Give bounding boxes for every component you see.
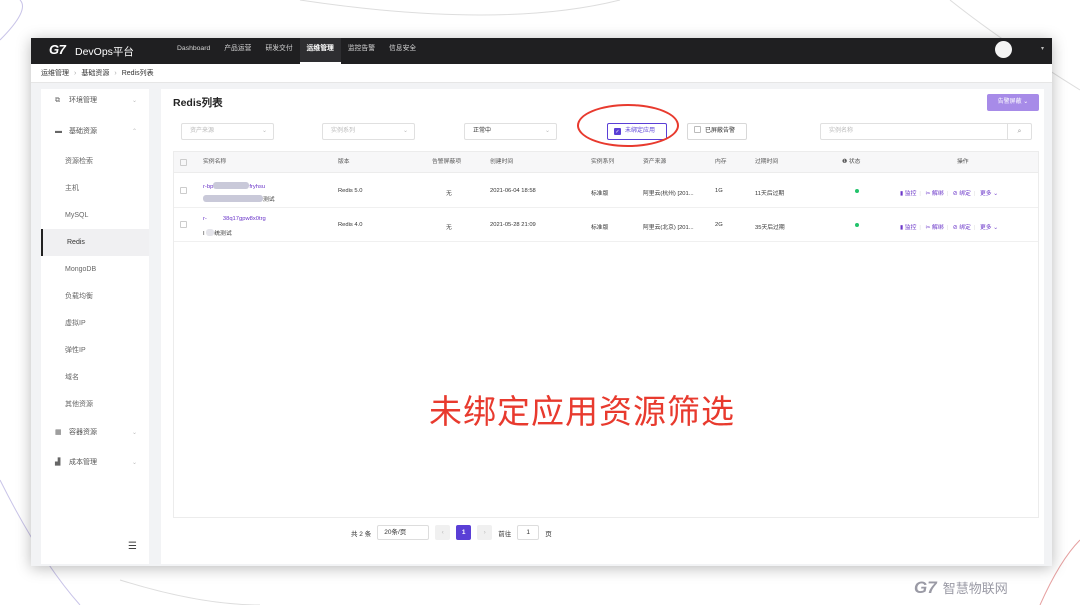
- table-header: 实例名称 版本 告警屏蔽项 创建时间 实例系列 资产来源 内存 过期时间 ❶ 状…: [174, 152, 1038, 173]
- more-action[interactable]: 更多 ⌄: [980, 191, 998, 197]
- status-select[interactable]: 正常中 ⌄: [464, 123, 557, 140]
- sidebar-sub-domain[interactable]: 域名: [41, 364, 149, 391]
- grid-icon: ▦: [55, 429, 62, 436]
- page-title: Redis列表: [173, 97, 223, 109]
- instance-name-link[interactable]: r-bp fryhsu: [203, 182, 265, 190]
- breadcrumb: 运维管理 › 基础资源 › Redis列表: [31, 64, 1052, 83]
- nav-info-security[interactable]: 信息安全: [382, 38, 423, 64]
- search-icon[interactable]: ⌕: [1007, 124, 1031, 139]
- sidebar-sub-lb[interactable]: 负载均衡: [41, 283, 149, 310]
- nav-dashboard[interactable]: Dashboard: [170, 38, 217, 64]
- row-actions: ▮ 监控 | ✂ 解绑 | ⊘ 绑定 | 更多 ⌄: [900, 225, 999, 231]
- env-icon: ⧉: [55, 97, 60, 104]
- sidebar-sub-eip[interactable]: 弹性IP: [41, 337, 149, 364]
- empty-checkbox-icon: [694, 126, 701, 133]
- sidebar-item-base[interactable]: ▬ 基础资源 ⌃: [41, 121, 149, 143]
- avatar[interactable]: [995, 41, 1012, 58]
- sidebar-sub-redis[interactable]: Redis: [41, 229, 149, 256]
- page-size-select[interactable]: 20条/页: [377, 525, 430, 540]
- top-navbar: G7 DevOps平台 Dashboard 产品运营 研发交付 运维管理 监控告…: [31, 38, 1052, 64]
- monitor-action[interactable]: ▮ 监控: [900, 191, 916, 197]
- next-page-button[interactable]: ›: [477, 525, 493, 540]
- sidebar-sub-search[interactable]: 资源检索: [41, 148, 149, 175]
- redis-table: 实例名称 版本 告警屏蔽项 创建时间 实例系列 资产来源 内存 过期时间 ❶ 状…: [173, 151, 1039, 518]
- select-all-checkbox[interactable]: [180, 159, 187, 166]
- instance-desc: 测试: [203, 194, 275, 203]
- breadcrumb-ops[interactable]: 运维管理: [41, 64, 69, 82]
- brand-watermark: G7 智慧物联网: [914, 578, 1008, 598]
- sidebar-sub-other[interactable]: 其他资源: [41, 391, 149, 418]
- series-select[interactable]: 实例系列 ⌄: [322, 123, 415, 140]
- alarm-shield-button[interactable]: 告警屏蔽 ⌄: [987, 94, 1039, 111]
- highlight-ellipse: [577, 104, 679, 147]
- app-title: DevOps平台: [75, 46, 134, 58]
- shielded-alarm-checkbox[interactable]: 已屏蔽告警: [687, 123, 747, 140]
- goto-label: 前往: [498, 530, 512, 538]
- monitor-action[interactable]: ▮ 监控: [900, 225, 916, 231]
- bind-action[interactable]: ⊘ 绑定: [953, 191, 971, 197]
- sidebar-item-cost[interactable]: ▟ 成本管理 ⌄: [41, 452, 149, 474]
- row-actions: ▮ 监控 | ✂ 解绑 | ⊘ 绑定 | 更多 ⌄: [900, 191, 999, 197]
- sidebar: ⧉ 环境管理 ⌄ ▬ 基础资源 ⌃ 资源检索 主机 MySQL Redis MongoD…: [41, 89, 149, 564]
- page-unit-label: 页: [545, 530, 552, 538]
- row-checkbox[interactable]: [180, 221, 187, 228]
- collapse-menu-icon[interactable]: ☰: [128, 541, 137, 552]
- status-ok-dot: [855, 223, 859, 227]
- nav-product-ops[interactable]: 产品运营: [217, 38, 258, 64]
- nav-monitor-alert[interactable]: 监控告警: [341, 38, 382, 64]
- sidebar-item-container[interactable]: ▦ 容器资源 ⌄: [41, 422, 149, 444]
- instance-name-link[interactable]: r- 38q17gpw8x0trg: [203, 216, 266, 222]
- table-row: r- 38q17gpw8x0trg I 统测试 Redis 4.0 无 2021-…: [174, 208, 1038, 242]
- sidebar-sub-mongodb[interactable]: MongoDB: [41, 256, 149, 283]
- main-nav: Dashboard 产品运营 研发交付 运维管理 监控告警 信息安全: [170, 38, 423, 64]
- unbind-action[interactable]: ✂ 解绑: [926, 225, 944, 231]
- monitor-icon: ▬: [55, 128, 62, 135]
- breadcrumb-redis: Redis列表: [121, 70, 154, 77]
- table-row: r-bp fryhsu 测试 Redis 5.0 无 2021-06-04 18:…: [174, 174, 1038, 208]
- bind-action[interactable]: ⊘ 绑定: [953, 225, 971, 231]
- annotation-caption: 未绑定应用资源筛选: [429, 393, 735, 430]
- main-panel: Redis列表 告警屏蔽 ⌄ 资产来源 ⌄ 实例系列 ⌄ 正常中 ⌄ ✓ 未绑定应用 已…: [161, 89, 1044, 564]
- row-checkbox[interactable]: [180, 187, 187, 194]
- source-select[interactable]: 资产来源 ⌄: [181, 123, 274, 140]
- prev-page-button[interactable]: ‹: [435, 525, 451, 540]
- sidebar-sub-mysql[interactable]: MySQL: [41, 202, 149, 229]
- chart-icon: ▟: [55, 459, 61, 466]
- app-window: G7 DevOps平台 Dashboard 产品运营 研发交付 运维管理 监控告…: [31, 38, 1052, 566]
- pagination: 共 2 条 20条/页 ‹ 1 › 前往 1 页: [351, 524, 552, 541]
- status-header: ❶ 状态: [842, 159, 861, 165]
- g7-logo: G7: [49, 42, 66, 57]
- page-1-button[interactable]: 1: [456, 525, 472, 540]
- goto-page-input[interactable]: 1: [517, 525, 540, 540]
- search-input[interactable]: 实例名称 ⌕: [820, 123, 1032, 140]
- total-count: 共 2 条: [351, 530, 372, 538]
- more-action[interactable]: 更多 ⌄: [980, 225, 998, 231]
- brand-name: 智慧物联网: [942, 581, 1008, 596]
- status-ok-dot: [855, 189, 859, 193]
- nav-rd-delivery[interactable]: 研发交付: [258, 38, 299, 64]
- unbind-action[interactable]: ✂ 解绑: [926, 191, 944, 197]
- sidebar-item-env[interactable]: ⧉ 环境管理 ⌄: [41, 90, 149, 112]
- brand-logo: G7: [914, 578, 937, 597]
- avatar-caret-icon[interactable]: ▾: [1041, 45, 1044, 52]
- instance-desc: I 统测试: [203, 229, 232, 237]
- breadcrumb-base[interactable]: 基础资源: [81, 64, 109, 82]
- sidebar-sub-host[interactable]: 主机: [41, 175, 149, 202]
- nav-ops-management[interactable]: 运维管理: [299, 38, 341, 64]
- sidebar-sub-vip[interactable]: 虚拟IP: [41, 310, 149, 337]
